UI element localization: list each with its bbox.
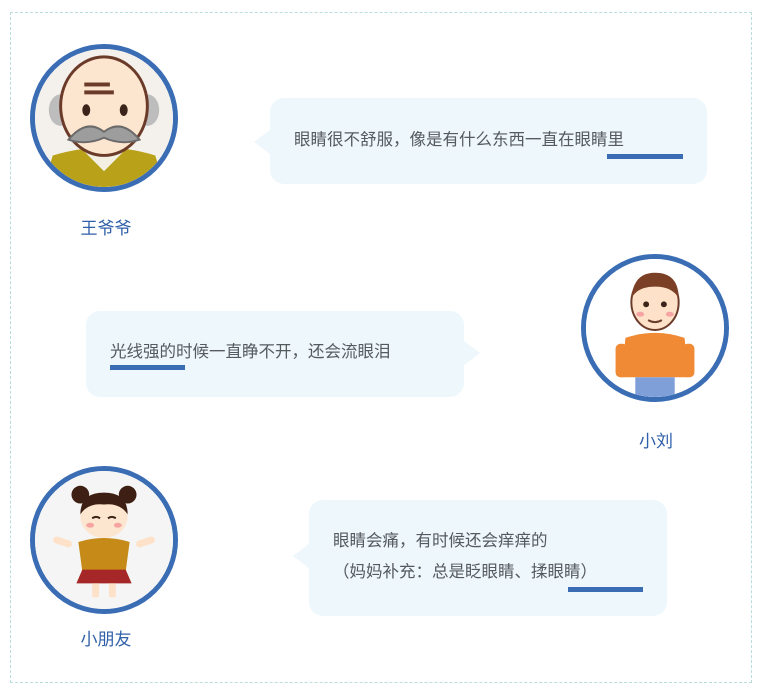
bubble-tail: [464, 341, 480, 365]
speech-bubble: 眼睛很不舒服，像是有什么东西一直在眼睛里: [254, 98, 707, 184]
bubble-text: （妈妈补充：总是眨眼睛、揉眼睛）: [333, 562, 597, 581]
bubble-tail: [254, 130, 270, 154]
grandpa-avatar-icon: [30, 44, 178, 192]
young-man-avatar-icon: [581, 254, 729, 402]
speech-bubble: 眼睛会痛，有时候还会痒痒的 （妈妈补充：总是眨眼睛、揉眼睛）: [293, 500, 667, 616]
speech-bubble: 光线强的时候一直睁不开，还会流眼泪: [86, 311, 480, 397]
bubble-text: 眼睛会痛，有时候还会痒痒的: [333, 531, 548, 550]
child-avatar-icon: [30, 466, 178, 614]
bubble-text: 光线强的时候一直睁不开，还会流眼泪: [110, 342, 391, 361]
highlight-underline: [607, 154, 683, 159]
speaker-name: 小朋友: [80, 630, 132, 650]
speaker-name: 小刘: [639, 432, 673, 452]
highlight-underline: [110, 365, 185, 370]
speaker-name: 王爷爷: [80, 219, 132, 239]
highlight-underline: [568, 587, 643, 592]
bubble-tail: [293, 544, 309, 568]
bubble-text: 眼睛很不舒服，像是有什么东西一直在眼睛里: [294, 130, 624, 149]
